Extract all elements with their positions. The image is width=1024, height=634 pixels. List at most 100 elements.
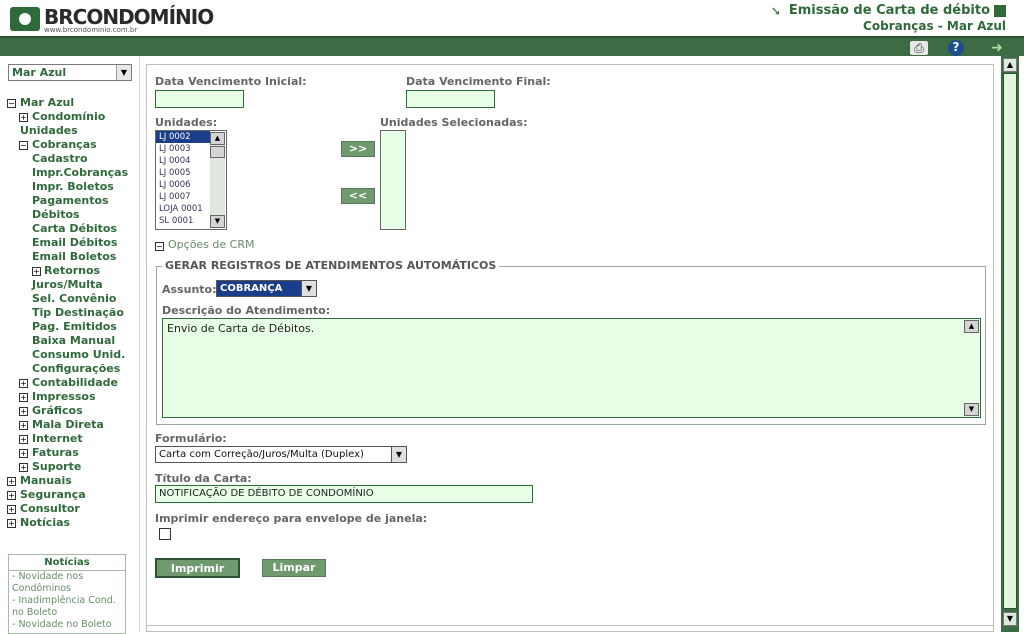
- textarea-scrollbar[interactable]: ▲ ▼: [964, 320, 979, 416]
- crm-toggle[interactable]: − Opções de CRM: [155, 238, 254, 251]
- unit-option[interactable]: LJ 0007: [156, 191, 210, 203]
- expand-icon[interactable]: +: [7, 477, 16, 486]
- expand-icon[interactable]: +: [7, 505, 16, 514]
- sidebar-item[interactable]: + Notícias: [7, 516, 137, 530]
- logo-url: www.brcondominio.com.br: [44, 26, 138, 34]
- sidebar-item[interactable]: Débitos: [7, 208, 137, 222]
- sidebar-item[interactable]: − Mar Azul: [7, 96, 137, 110]
- unit-option[interactable]: LJ 0004: [156, 155, 210, 167]
- expand-icon[interactable]: +: [19, 421, 28, 430]
- sidebar-item-label: Cadastro: [32, 152, 88, 165]
- expand-icon[interactable]: +: [19, 379, 28, 388]
- sidebar-item[interactable]: Impr.Cobranças: [7, 166, 137, 180]
- exit-icon[interactable]: ➜: [988, 41, 1006, 55]
- unit-option[interactable]: LOJA 0001: [156, 203, 210, 215]
- units-scrollbar[interactable]: ▲ ▼: [210, 132, 225, 228]
- expand-icon[interactable]: +: [19, 435, 28, 444]
- expand-icon[interactable]: +: [7, 519, 16, 528]
- unit-option[interactable]: LJ 0002: [156, 131, 210, 143]
- window-icon[interactable]: [994, 5, 1006, 17]
- sidebar-item[interactable]: Tip Destinação: [7, 306, 137, 320]
- sidebar-item[interactable]: Cadastro: [7, 152, 137, 166]
- printer-icon[interactable]: ⎙: [910, 41, 928, 55]
- help-icon[interactable]: ?: [948, 40, 964, 56]
- sidebar-item[interactable]: Impr. Boletos: [7, 180, 137, 194]
- sidebar-item[interactable]: Configurações: [7, 362, 137, 376]
- expand-icon[interactable]: +: [19, 463, 28, 472]
- sidebar-item[interactable]: Email Boletos: [7, 250, 137, 264]
- expand-icon[interactable]: +: [19, 449, 28, 458]
- scroll-up-icon[interactable]: ▲: [210, 132, 225, 145]
- subject-value: COBRANÇA: [220, 283, 283, 294]
- page-scrollbar[interactable]: ▲ ▼: [1001, 56, 1019, 632]
- sidebar-item[interactable]: Juros/Multa: [7, 278, 137, 292]
- scroll-down-icon[interactable]: ▼: [210, 215, 225, 228]
- unit-option[interactable]: LJ 0003: [156, 143, 210, 155]
- sidebar-item[interactable]: Pagamentos: [7, 194, 137, 208]
- expand-icon[interactable]: +: [19, 393, 28, 402]
- expand-icon[interactable]: +: [7, 491, 16, 500]
- scroll-down-icon[interactable]: ▼: [1003, 612, 1017, 626]
- scroll-thumb[interactable]: [210, 146, 225, 158]
- remove-units-button[interactable]: <<: [341, 188, 375, 204]
- selected-units-listbox[interactable]: [380, 130, 406, 230]
- sidebar-item[interactable]: Unidades: [7, 124, 137, 138]
- clear-button[interactable]: Limpar: [262, 559, 326, 577]
- sidebar-item[interactable]: − Cobranças: [7, 138, 137, 152]
- sidebar-item[interactable]: + Internet: [7, 432, 137, 446]
- scroll-up-icon[interactable]: ▲: [1003, 58, 1017, 72]
- sidebar-item[interactable]: + Faturas: [7, 446, 137, 460]
- sidebar-item[interactable]: + Contabilidade: [7, 376, 137, 390]
- subject-select[interactable]: COBRANÇA ▼: [216, 280, 317, 297]
- sidebar-item[interactable]: Baixa Manual: [7, 334, 137, 348]
- sidebar-item[interactable]: Carta Débitos: [7, 222, 137, 236]
- date-start-input[interactable]: [155, 90, 244, 108]
- sidebar-item[interactable]: Email Débitos: [7, 236, 137, 250]
- news-item[interactable]: - Novidade no Boleto: [9, 619, 125, 631]
- news-item[interactable]: - Inadimplência Cond. no Boleto: [9, 595, 125, 619]
- collapse-icon[interactable]: −: [155, 242, 164, 251]
- chevron-down-icon[interactable]: ▼: [391, 447, 406, 462]
- chevron-down-icon[interactable]: ▼: [116, 65, 131, 80]
- sidebar-item-label: Retornos: [44, 264, 101, 277]
- unit-option[interactable]: SL 0001: [156, 215, 210, 227]
- unit-option[interactable]: LJ 0005: [156, 167, 210, 179]
- sidebar-item[interactable]: + Mala Direta: [7, 418, 137, 432]
- sidebar-item[interactable]: Pag. Emitidos: [7, 320, 137, 334]
- unit-option[interactable]: LJ 0006: [156, 179, 210, 191]
- expand-icon[interactable]: +: [32, 267, 41, 276]
- add-units-button[interactable]: >>: [341, 141, 375, 157]
- collapse-icon[interactable]: −: [7, 99, 16, 108]
- scroll-down-icon[interactable]: ▼: [964, 403, 979, 416]
- sidebar-item[interactable]: + Segurança: [7, 488, 137, 502]
- toolbar: ⎙ ? ➜: [0, 36, 1024, 56]
- chevron-down-icon[interactable]: ▼: [301, 281, 316, 296]
- sidebar-item[interactable]: + Retornos: [7, 264, 137, 278]
- sidebar-item[interactable]: + Consultor: [7, 502, 137, 516]
- sidebar-item[interactable]: + Suporte: [7, 460, 137, 474]
- scroll-thumb[interactable]: [1003, 73, 1017, 609]
- date-end-input[interactable]: [406, 90, 495, 108]
- window-envelope-checkbox[interactable]: [159, 528, 171, 540]
- collapse-icon[interactable]: −: [19, 141, 28, 150]
- expand-icon[interactable]: +: [19, 407, 28, 416]
- sidebar-item-label: Mala Direta: [32, 418, 104, 431]
- units-label: Unidades:: [155, 116, 218, 129]
- expand-icon[interactable]: +: [19, 113, 28, 122]
- print-button[interactable]: Imprimir: [155, 558, 240, 578]
- scroll-up-icon[interactable]: ▲: [964, 320, 979, 333]
- sidebar-item[interactable]: Sel. Convênio: [7, 292, 137, 306]
- units-listbox[interactable]: LJ 0002 LJ 0003 LJ 0004 LJ 0005 LJ 0006 LJ 00…: [155, 130, 227, 230]
- condo-select[interactable]: Mar Azul ▼: [8, 64, 132, 81]
- letter-title-input[interactable]: NOTIFICAÇÃO DE DÉBITO DE CONDOMÍNIO: [155, 485, 533, 503]
- brand-logo[interactable]: BRCONDOMÍNIO www.brcondominio.com.br: [6, 4, 214, 34]
- sidebar-item[interactable]: + Impressos: [7, 390, 137, 404]
- sidebar-item[interactable]: + Condomínio: [7, 110, 137, 124]
- description-value: Envio de Carta de Débitos.: [167, 322, 315, 335]
- sidebar-item[interactable]: + Manuais: [7, 474, 137, 488]
- description-textarea[interactable]: Envio de Carta de Débitos. ▲ ▼: [162, 318, 981, 418]
- form-select[interactable]: Carta com Correção/Juros/Multa (Duplex) …: [155, 446, 407, 463]
- news-item[interactable]: - Novidade nos Condôminos: [9, 571, 125, 595]
- sidebar-item[interactable]: + Gráficos: [7, 404, 137, 418]
- sidebar-item[interactable]: Consumo Unid.: [7, 348, 137, 362]
